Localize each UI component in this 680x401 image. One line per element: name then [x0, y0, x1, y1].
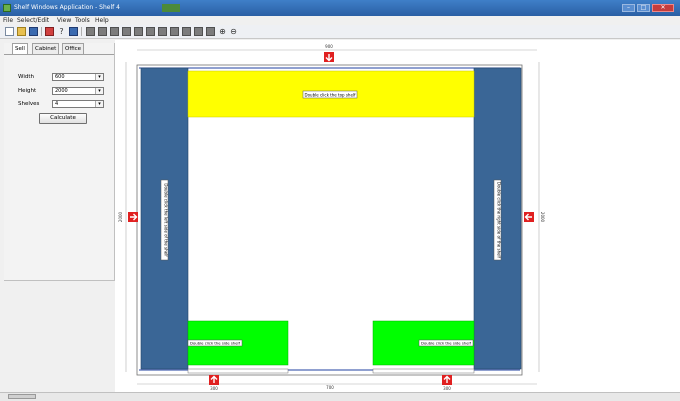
width-value: 600 — [55, 74, 65, 80]
menu-select-edit[interactable]: Select/Edit — [17, 17, 49, 24]
bottom-right-base — [372, 368, 475, 374]
layout-icon-8[interactable] — [170, 27, 179, 36]
app-icon — [3, 4, 11, 12]
menu-file[interactable]: File — [3, 17, 13, 24]
menu-view[interactable]: View — [57, 17, 71, 24]
layout-icon-10[interactable] — [194, 27, 203, 36]
calculate-button[interactable]: Calculate — [39, 113, 87, 124]
dimension-bottom-value: 700 — [326, 385, 334, 390]
menu-tools[interactable]: Tools — [75, 17, 90, 24]
layout-icon-9[interactable] — [182, 27, 191, 36]
properties-panel: Sell Cabinet Office Width 600 ▾ Height 2… — [4, 43, 115, 281]
top-shelf-label: Double click the top shelf — [305, 93, 357, 98]
dimension-bottom-right-value: 300 — [443, 386, 451, 391]
tab-cabinet[interactable]: Cabinet — [32, 43, 60, 54]
layout-icon-6[interactable] — [146, 27, 155, 36]
help-icon[interactable]: ? — [57, 27, 66, 36]
width-label: Width — [18, 74, 34, 80]
layout-icon-2[interactable] — [98, 27, 107, 36]
save-icon[interactable] — [29, 27, 38, 36]
layout-icon-11[interactable] — [206, 27, 215, 36]
resize-top-arrow-icon[interactable] — [324, 52, 334, 62]
layout-icon-7[interactable] — [158, 27, 167, 36]
chevron-down-icon[interactable]: ▾ — [95, 74, 103, 80]
shelves-value: 4 — [55, 101, 59, 107]
layout-icon-3[interactable] — [110, 27, 119, 36]
menu-help[interactable]: Help — [95, 17, 109, 24]
height-value: 2000 — [55, 88, 68, 94]
toolbar-separator — [41, 27, 42, 36]
window-title: Shelf Windows Application - Shelf 4 — [14, 4, 120, 11]
height-select[interactable]: 2000 ▾ — [52, 87, 104, 95]
minimize-button[interactable]: – — [622, 4, 635, 12]
tab-office[interactable]: Office — [62, 43, 85, 54]
chevron-down-icon[interactable]: ▾ — [95, 101, 103, 107]
layout-icon-1[interactable] — [86, 27, 95, 36]
chevron-down-icon[interactable]: ▾ — [95, 88, 103, 94]
dimension-bottom-left-value: 300 — [210, 386, 218, 391]
taskbar-thumbnail — [162, 4, 180, 12]
resize-left-arrow-icon[interactable] — [128, 212, 138, 222]
width-select[interactable]: 600 ▾ — [52, 73, 104, 81]
resize-bottom-right-arrow-icon[interactable] — [442, 375, 452, 385]
right-side-label: Double click the right side of the shelf — [497, 182, 502, 259]
layout-icon-5[interactable] — [134, 27, 143, 36]
toolbar-separator — [81, 27, 82, 36]
bottom-right-label: Double click the side shelf — [421, 341, 472, 346]
maximize-button[interactable]: □ — [637, 4, 650, 12]
menu-bar: File Select/Edit View Tools Help — [0, 16, 680, 25]
zoom-out-icon[interactable]: ⊖ — [229, 27, 238, 36]
shelves-label: Shelves — [18, 101, 40, 107]
dimension-right-value: 2000 — [540, 212, 545, 223]
layout-icon-4[interactable] — [122, 27, 131, 36]
title-bar: Shelf Windows Application - Shelf 4 – □ … — [0, 0, 680, 16]
bottom-left-base — [187, 368, 289, 374]
status-indicator — [8, 394, 36, 399]
shelves-select[interactable]: 4 ▾ — [52, 100, 104, 108]
new-document-icon[interactable] — [5, 27, 14, 36]
zoom-in-icon[interactable]: ⊕ — [218, 27, 227, 36]
left-side-label: Double click the left side of the shelf — [164, 183, 169, 257]
tab-sell[interactable]: Sell — [12, 43, 28, 54]
drawing-canvas[interactable]: Double click the top shelf Double click … — [115, 40, 680, 392]
dimension-top-value: 900 — [325, 44, 333, 49]
bottom-left-label: Double click the side shelf — [190, 341, 241, 346]
close-button[interactable]: ✕ — [652, 4, 674, 12]
open-folder-icon[interactable] — [17, 27, 26, 36]
print-icon[interactable] — [45, 27, 54, 36]
resize-right-arrow-icon[interactable] — [524, 212, 534, 222]
height-label: Height — [18, 88, 37, 94]
toolbar: ? ⊕ ⊖ — [0, 25, 680, 39]
dimension-left-value: 2000 — [118, 211, 123, 222]
tab-body: Width 600 ▾ Height 2000 ▾ Shelves 4 ▾ Ca… — [4, 54, 114, 281]
resize-bottom-left-arrow-icon[interactable] — [209, 375, 219, 385]
pointer-icon[interactable] — [69, 27, 78, 36]
